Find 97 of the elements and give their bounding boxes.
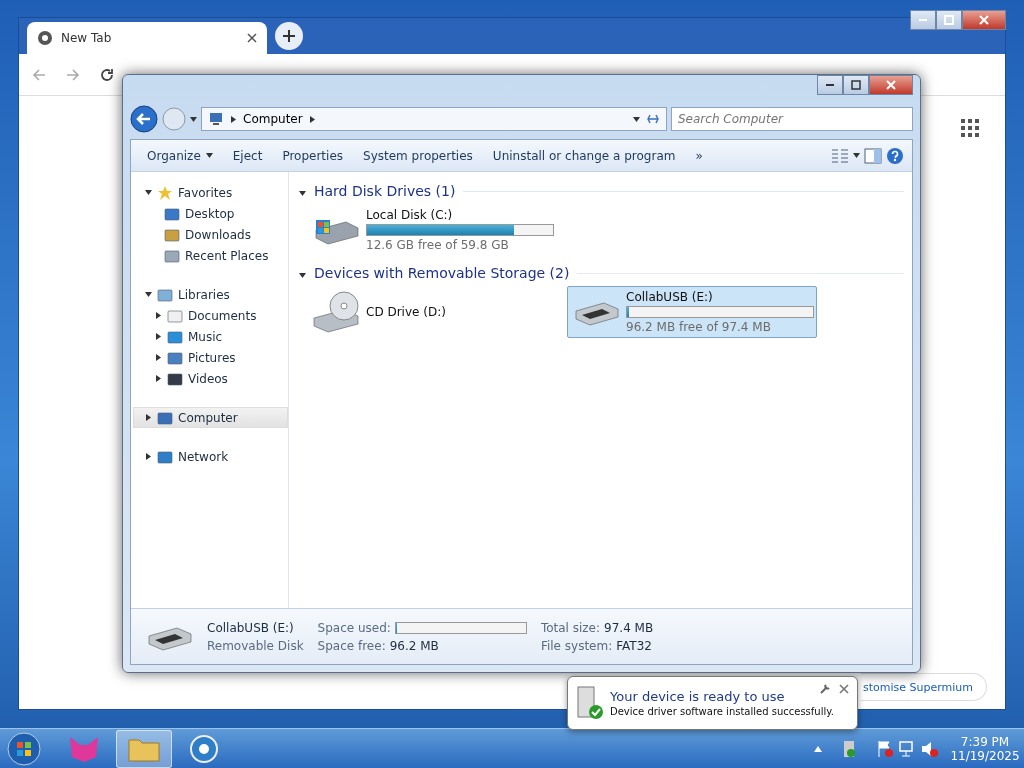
tree-item[interactable]: Desktop bbox=[133, 203, 288, 224]
field-label: Space used: bbox=[317, 620, 391, 635]
toolbar-button[interactable]: System properties bbox=[355, 144, 481, 167]
device-check-icon bbox=[574, 686, 604, 720]
caret-icon bbox=[154, 375, 162, 382]
drive-tile[interactable]: Local Disk (C:) 12.6 GB free of 59.8 GB bbox=[307, 204, 557, 256]
notification-title: Your device is ready to use bbox=[610, 689, 786, 704]
refresh-icon[interactable] bbox=[646, 112, 660, 126]
back-arrow-icon[interactable] bbox=[31, 66, 47, 83]
toolbar-button[interactable]: Organize bbox=[139, 144, 221, 167]
flag-icon[interactable] bbox=[876, 739, 894, 758]
cat-face-icon bbox=[68, 734, 100, 763]
close-button[interactable] bbox=[962, 10, 1006, 30]
field-value: 96.2 MB bbox=[389, 638, 439, 653]
toolbar-button[interactable]: Eject bbox=[224, 144, 271, 167]
star-icon bbox=[157, 184, 173, 201]
forward-arrow-icon[interactable] bbox=[65, 66, 81, 83]
free-space-text: 96.2 MB free of 97.4 MB bbox=[626, 320, 772, 334]
caret-icon bbox=[144, 453, 152, 460]
tree-item[interactable]: Favorites bbox=[133, 182, 288, 203]
caret-icon bbox=[308, 115, 316, 123]
maximize-icon bbox=[851, 80, 861, 90]
field-label: Space free: bbox=[317, 638, 386, 653]
clock[interactable]: 7:39 PM 11/19/2025 bbox=[950, 734, 1020, 763]
customise-button[interactable]: stomise Supermium bbox=[861, 673, 987, 701]
drive-name: Local Disk (C:) bbox=[366, 208, 454, 222]
drive-tile[interactable]: CD Drive (D:) bbox=[307, 286, 557, 338]
new-tab-button[interactable] bbox=[275, 22, 303, 50]
start-button[interactable] bbox=[4, 729, 44, 768]
plus-icon bbox=[282, 29, 296, 43]
free-space-text: 12.6 GB free of 59.8 GB bbox=[366, 238, 510, 252]
maximize-button[interactable] bbox=[843, 75, 869, 95]
field-value: FAT32 bbox=[616, 638, 652, 653]
tree-item[interactable]: Network bbox=[133, 446, 288, 467]
drive-type: Removable Disk bbox=[207, 638, 304, 653]
caret-icon bbox=[299, 271, 306, 279]
caret-icon bbox=[144, 414, 152, 421]
field-value: 97.4 MB bbox=[604, 620, 654, 635]
close-icon bbox=[979, 15, 989, 25]
speaker-muted-icon[interactable] bbox=[920, 739, 938, 758]
minimize-icon bbox=[919, 19, 927, 21]
drive-name: CollabUSB (E:) bbox=[207, 620, 295, 635]
cd-drive-icon bbox=[312, 290, 360, 334]
minimize-button[interactable] bbox=[817, 75, 843, 95]
tree-item[interactable]: Videos bbox=[133, 368, 288, 389]
caret-icon bbox=[853, 152, 860, 159]
wrench-icon[interactable] bbox=[819, 683, 831, 695]
usb-device-icon[interactable] bbox=[842, 739, 856, 758]
caret-icon bbox=[230, 115, 237, 123]
search-field[interactable]: Search Computer bbox=[671, 107, 913, 131]
drive-name: CD Drive (D:) bbox=[366, 305, 447, 319]
group-header[interactable]: Hard Disk Drives (1) bbox=[314, 183, 456, 199]
tree-item[interactable]: Libraries bbox=[133, 284, 288, 305]
tree-item[interactable]: Pictures bbox=[133, 347, 288, 368]
start-orb-icon bbox=[7, 731, 41, 766]
group-header[interactable]: Devices with Removable Storage (2) bbox=[314, 265, 570, 281]
maximize-button[interactable] bbox=[936, 10, 962, 30]
breadcrumb[interactable]: Computer bbox=[243, 112, 303, 126]
toolbar-button[interactable]: Properties bbox=[274, 144, 352, 167]
close-button[interactable] bbox=[869, 75, 913, 95]
caret-icon bbox=[190, 115, 197, 123]
caret-icon bbox=[144, 189, 152, 196]
caret-icon bbox=[154, 333, 162, 340]
caret-icon bbox=[205, 152, 213, 159]
close-icon[interactable] bbox=[247, 33, 257, 43]
drive-name: CollabUSB (E:) bbox=[626, 290, 714, 304]
caret-icon bbox=[633, 115, 640, 123]
caret-icon bbox=[144, 291, 152, 298]
browser-tab[interactable]: New Tab bbox=[27, 22, 267, 54]
toolbar-button[interactable]: Uninstall or change a program bbox=[484, 144, 684, 167]
address-bar[interactable]: Computer bbox=[201, 107, 667, 131]
close-icon[interactable] bbox=[839, 684, 849, 694]
tree-item[interactable]: Computer bbox=[133, 407, 288, 428]
help-icon[interactable] bbox=[886, 146, 904, 165]
caret-icon bbox=[299, 189, 306, 197]
caret-icon bbox=[154, 312, 162, 319]
tree-item[interactable]: Downloads bbox=[133, 224, 288, 245]
toolbar-button[interactable]: » bbox=[687, 144, 711, 167]
back-button-icon[interactable] bbox=[130, 105, 158, 133]
tree-item[interactable]: Recent Places bbox=[133, 245, 288, 266]
notification-text: Device driver software installed successfully. bbox=[610, 706, 835, 717]
reload-icon[interactable] bbox=[99, 66, 115, 83]
tree-item[interactable]: Music bbox=[133, 326, 288, 347]
caret-icon bbox=[154, 354, 162, 361]
tree-item[interactable]: Documents bbox=[133, 305, 288, 326]
field-label: Total size: bbox=[540, 620, 601, 635]
minimize-icon bbox=[826, 84, 834, 86]
close-icon bbox=[886, 80, 896, 90]
apps-grid-icon[interactable] bbox=[961, 119, 979, 137]
taskbar-app[interactable] bbox=[116, 729, 172, 768]
caret-up-icon[interactable] bbox=[814, 745, 822, 752]
preview-pane-icon[interactable] bbox=[864, 147, 882, 164]
network-icon[interactable] bbox=[898, 739, 916, 758]
browser-logo-icon bbox=[37, 30, 53, 46]
field-label: File system: bbox=[540, 638, 613, 653]
drive-tile[interactable]: CollabUSB (E:) 96.2 MB free of 97.4 MB bbox=[567, 286, 817, 338]
maximize-icon bbox=[944, 15, 954, 25]
